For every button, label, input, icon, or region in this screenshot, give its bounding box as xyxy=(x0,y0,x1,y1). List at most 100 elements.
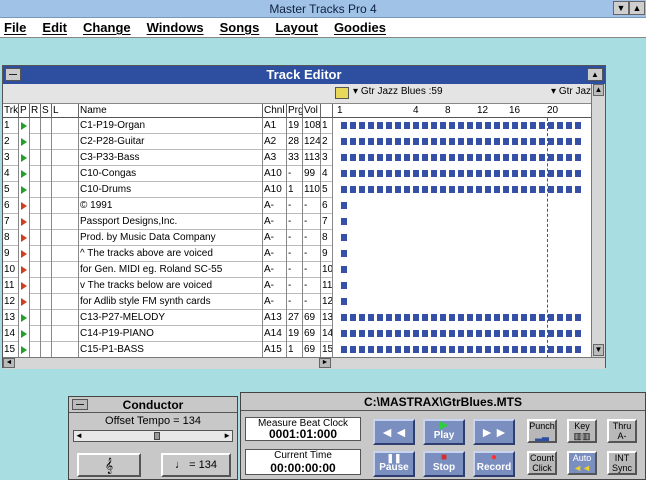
cell-prg[interactable]: 28 xyxy=(287,134,303,150)
slider-thumb[interactable] xyxy=(154,432,160,440)
measure-block[interactable] xyxy=(512,122,518,129)
ruler-track-b-label[interactable]: ▾ Gtr Jaz xyxy=(551,86,591,97)
play-arrow-icon[interactable] xyxy=(21,282,27,290)
measure-block[interactable] xyxy=(413,122,419,129)
cell-chnl[interactable]: A1 xyxy=(263,118,287,134)
track-flag-r[interactable] xyxy=(30,246,41,262)
measure-block[interactable] xyxy=(548,170,554,177)
tempo-slider[interactable]: ◄ ► xyxy=(73,430,233,442)
table-row[interactable]: 15 C15-P1-BASS A15 1 69 15 xyxy=(3,342,333,358)
measure-block[interactable] xyxy=(359,170,365,177)
cell-vol[interactable]: 69 xyxy=(303,326,321,342)
thru-button[interactable]: Thru A- xyxy=(607,419,637,443)
track-flag-s[interactable] xyxy=(41,278,52,294)
track-flag-s[interactable] xyxy=(41,198,52,214)
measure-block[interactable] xyxy=(458,186,464,193)
cell-name[interactable]: C13-P27-MELODY xyxy=(79,310,263,326)
cell-chnl[interactable]: A- xyxy=(263,246,287,262)
measure-block[interactable] xyxy=(386,186,392,193)
measure-block[interactable] xyxy=(413,330,419,337)
measure-block[interactable] xyxy=(557,170,563,177)
measure-block[interactable] xyxy=(431,330,437,337)
measure-block[interactable] xyxy=(539,122,545,129)
measure-block[interactable] xyxy=(341,122,347,129)
measure-block[interactable] xyxy=(485,330,491,337)
cell-name[interactable]: for Adlib style FM synth cards xyxy=(79,294,263,310)
measure-block[interactable] xyxy=(422,330,428,337)
track-flag-l[interactable] xyxy=(52,182,79,198)
measure-block[interactable] xyxy=(557,138,563,145)
track-flag-s[interactable] xyxy=(41,230,52,246)
measure-block[interactable] xyxy=(431,314,437,321)
cell-vol[interactable]: 124 xyxy=(303,134,321,150)
measure-block[interactable] xyxy=(404,154,410,161)
measure-block[interactable] xyxy=(449,314,455,321)
cell-name[interactable]: C14-P19-PIANO xyxy=(79,326,263,342)
measure-block[interactable] xyxy=(521,138,527,145)
measure-block[interactable] xyxy=(404,138,410,145)
tempo-button[interactable]: ♩ = 134 xyxy=(161,453,231,477)
cell-prg[interactable]: - xyxy=(287,262,303,278)
measure-block[interactable] xyxy=(341,186,347,193)
measure-block[interactable] xyxy=(548,186,554,193)
play-button[interactable]: ▶ Play xyxy=(423,419,465,445)
pause-button[interactable]: ❚❚ Pause xyxy=(373,451,415,477)
cell-prg[interactable]: 27 xyxy=(287,310,303,326)
measure-block[interactable] xyxy=(530,154,536,161)
measure-block[interactable] xyxy=(476,138,482,145)
measure-block[interactable] xyxy=(377,138,383,145)
measure-block[interactable] xyxy=(575,346,581,353)
measure-block[interactable] xyxy=(341,314,347,321)
measure-block[interactable] xyxy=(530,138,536,145)
measure-block[interactable] xyxy=(395,330,401,337)
cell-vol[interactable]: 69 xyxy=(303,310,321,326)
measure-block[interactable] xyxy=(539,138,545,145)
measure-block[interactable] xyxy=(521,346,527,353)
measure-block[interactable] xyxy=(359,346,365,353)
play-arrow-icon[interactable] xyxy=(21,218,27,226)
cell-trk[interactable]: 15 xyxy=(3,342,19,358)
table-row[interactable]: 1 C1-P19-Organ A1 19 108 1 xyxy=(3,118,333,134)
track-flag-l[interactable] xyxy=(52,198,79,214)
measure-block[interactable] xyxy=(422,314,428,321)
measure-block[interactable] xyxy=(440,314,446,321)
measure-block[interactable] xyxy=(521,314,527,321)
measure-block[interactable] xyxy=(503,122,509,129)
punch-button[interactable]: Punch ▂▃ xyxy=(527,419,557,443)
measure-block[interactable] xyxy=(440,122,446,129)
measure-block[interactable] xyxy=(404,170,410,177)
measure-block[interactable] xyxy=(395,170,401,177)
measure-block[interactable] xyxy=(476,346,482,353)
cell-name[interactable]: C10-Congas xyxy=(79,166,263,182)
table-row[interactable]: 3 C3-P33-Bass A3 33 113 3 xyxy=(3,150,333,166)
table-row[interactable]: 6 © 1991 A- - -6 xyxy=(3,198,333,214)
measure-block[interactable] xyxy=(539,170,545,177)
measure-block[interactable] xyxy=(368,170,374,177)
measure-block[interactable] xyxy=(431,170,437,177)
cell-vol[interactable]: - xyxy=(303,294,321,310)
measure-block[interactable] xyxy=(575,154,581,161)
measure-block[interactable] xyxy=(404,346,410,353)
measure-block[interactable] xyxy=(575,138,581,145)
measure-block[interactable] xyxy=(386,330,392,337)
measure-block[interactable] xyxy=(341,266,347,273)
measure-block[interactable] xyxy=(476,122,482,129)
track-flag-r[interactable] xyxy=(30,214,41,230)
measure-block[interactable] xyxy=(575,314,581,321)
play-arrow-icon[interactable] xyxy=(21,346,27,354)
track-flag-s[interactable] xyxy=(41,246,52,262)
scroll-down-icon[interactable]: ▼ xyxy=(593,344,604,356)
play-arrow-icon[interactable] xyxy=(21,234,27,242)
measure-block[interactable] xyxy=(440,170,446,177)
measure-block[interactable] xyxy=(485,138,491,145)
minimize-icon[interactable]: ▼ xyxy=(613,1,629,15)
cell-trk[interactable]: 11 xyxy=(3,278,19,294)
measure-block[interactable] xyxy=(467,186,473,193)
cell-chnl[interactable]: A- xyxy=(263,278,287,294)
measure-block[interactable] xyxy=(530,314,536,321)
measure-block[interactable] xyxy=(350,330,356,337)
measure-block[interactable] xyxy=(341,218,347,225)
cell-name[interactable]: C2-P28-Guitar xyxy=(79,134,263,150)
track-flag-s[interactable] xyxy=(41,166,52,182)
measure-block[interactable] xyxy=(422,170,428,177)
